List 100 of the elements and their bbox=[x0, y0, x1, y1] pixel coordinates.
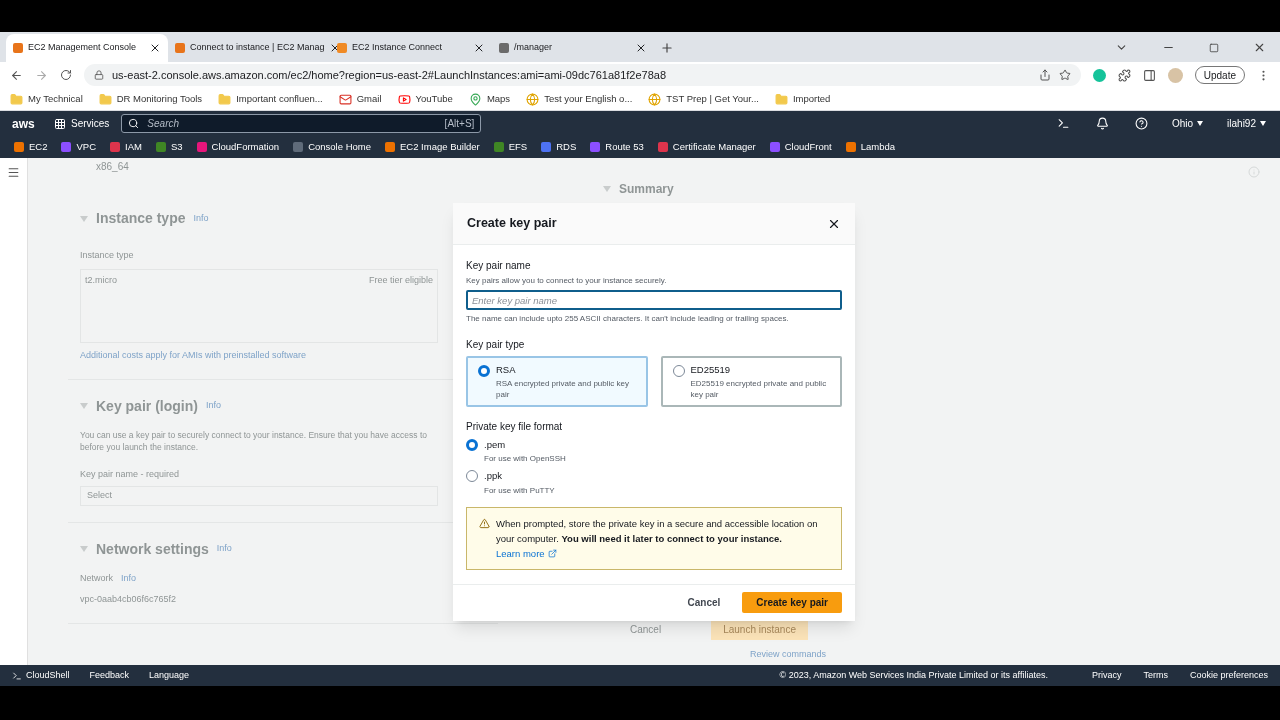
service-shortcut[interactable]: EC2 bbox=[14, 139, 48, 155]
service-shortcut[interactable]: CloudFront bbox=[769, 139, 832, 155]
service-shortcut[interactable]: IAM bbox=[110, 139, 142, 155]
footer-link[interactable]: CloudShell bbox=[12, 668, 70, 683]
url-text: us-east-2.console.aws.amazon.com/ec2/home?region=us-east-2#LaunchInstances:ami=ami-09dc761a81f2e78a8 bbox=[112, 67, 666, 83]
section-title: Instance type bbox=[96, 209, 186, 228]
search-icon bbox=[128, 118, 140, 129]
user-menu[interactable]: ilahi92 bbox=[1227, 116, 1266, 131]
field-label: Network bbox=[80, 571, 113, 585]
lock-icon bbox=[94, 70, 104, 80]
footer-link[interactable]: Terms bbox=[1143, 668, 1168, 683]
close-icon[interactable] bbox=[473, 42, 485, 54]
bookmark[interactable]: Gmail bbox=[338, 91, 382, 107]
key-type-option[interactable]: RSA RSA encrypted private and public key pair bbox=[466, 356, 648, 407]
mail-icon bbox=[338, 92, 352, 106]
caret-icon bbox=[1260, 121, 1266, 126]
option-label: RSA bbox=[496, 363, 517, 377]
footer-link[interactable]: Feedback bbox=[89, 668, 130, 683]
caret-icon bbox=[603, 186, 611, 192]
service-shortcut[interactable]: Certificate Manager bbox=[657, 139, 756, 155]
close-icon[interactable] bbox=[149, 42, 161, 54]
folder-icon bbox=[10, 92, 23, 106]
side-panel-icon[interactable] bbox=[1142, 68, 1156, 82]
bookmark[interactable]: My Technical bbox=[10, 91, 83, 107]
back-icon[interactable] bbox=[10, 68, 23, 82]
bookmark[interactable]: TST Prep | Get Your... bbox=[648, 91, 759, 107]
radio-button[interactable] bbox=[466, 470, 478, 483]
bookmark[interactable]: Maps bbox=[468, 91, 511, 107]
field-label: Key pair type bbox=[466, 338, 526, 352]
menu-icon[interactable] bbox=[7, 166, 20, 179]
aws-logo[interactable]: aws bbox=[12, 114, 42, 133]
create-key-pair-button[interactable]: Create key pair bbox=[742, 592, 842, 613]
field-label: Private key file format bbox=[466, 420, 564, 434]
shortcut-hint: [Alt+S] bbox=[444, 117, 475, 131]
option-description: For use with PuTTY bbox=[484, 484, 555, 497]
learn-more-link[interactable]: Learn more bbox=[496, 545, 557, 561]
service-shortcut[interactable]: RDS bbox=[541, 139, 577, 155]
field-label: Instance type bbox=[80, 250, 134, 260]
browser-tab[interactable]: /manager bbox=[492, 34, 654, 62]
field-description: Key pairs allow you to connect to your instance securely. bbox=[466, 275, 668, 287]
bookmark[interactable]: DR Monitoring Tools bbox=[98, 91, 203, 107]
service-shortcut[interactable]: Console Home bbox=[293, 139, 371, 155]
new-tab-icon[interactable] bbox=[660, 41, 674, 55]
caret-icon bbox=[80, 403, 88, 409]
notifications-icon[interactable] bbox=[1095, 117, 1109, 130]
service-shortcut[interactable]: EC2 Image Builder bbox=[385, 139, 480, 155]
cloudshell-icon[interactable] bbox=[1056, 117, 1070, 130]
free-tier-label: Free tier eligible bbox=[368, 274, 433, 287]
services-menu[interactable]: Services bbox=[54, 116, 110, 131]
close-icon[interactable] bbox=[1253, 41, 1266, 54]
field-label: Key pair name bbox=[466, 259, 532, 273]
footer-link[interactable]: Privacy bbox=[1091, 668, 1122, 683]
video-icon bbox=[397, 92, 411, 106]
service-shortcut[interactable]: VPC bbox=[61, 139, 97, 155]
option-description: For use with OpenSSH bbox=[484, 453, 566, 466]
close-icon[interactable] bbox=[635, 42, 647, 54]
external-link-icon bbox=[547, 548, 557, 558]
instance-type-value: t2.micro bbox=[85, 274, 117, 287]
radio-button[interactable] bbox=[672, 365, 685, 377]
service-shortcut[interactable]: EFS bbox=[493, 139, 528, 155]
option-label: .ppk bbox=[484, 469, 503, 484]
description-text: before you launch the instance. bbox=[80, 441, 199, 454]
radio-button[interactable] bbox=[466, 439, 478, 451]
service-shortcut[interactable]: Route 53 bbox=[590, 139, 644, 155]
modal-title: Create key pair bbox=[467, 215, 557, 233]
address-bar[interactable]: us-east-2.console.aws.amazon.com/ec2/home?region=us-east-2#LaunchInstances:ami=ami-09dc761a81f2e78a8 bbox=[84, 64, 1081, 86]
option-label: .pem bbox=[484, 438, 507, 452]
share-icon[interactable] bbox=[1038, 69, 1051, 81]
browser-tab[interactable]: EC2 Instance Connect bbox=[330, 34, 492, 62]
service-shortcut[interactable]: Lambda bbox=[845, 139, 896, 155]
region-menu[interactable]: Ohio bbox=[1171, 116, 1204, 131]
service-shortcut[interactable]: S3 bbox=[155, 139, 183, 155]
bookmark[interactable]: YouTube bbox=[397, 91, 453, 107]
star-icon[interactable] bbox=[1058, 69, 1071, 81]
pin-icon bbox=[468, 92, 482, 106]
bookmark[interactable]: Important confluen... bbox=[218, 91, 323, 107]
folder-icon bbox=[774, 92, 788, 106]
maximize-icon[interactable] bbox=[1209, 42, 1219, 53]
bookmark[interactable]: Imported bbox=[774, 91, 831, 107]
key-type-option[interactable]: ED25519 ED25519 encrypted private and public key pair bbox=[660, 356, 842, 407]
network-value: vpc-0aab4cb06f6c765f2 bbox=[80, 593, 177, 606]
option-label: ED25519 bbox=[690, 363, 732, 377]
reload-icon[interactable] bbox=[60, 69, 72, 81]
globe-icon bbox=[526, 92, 540, 106]
service-shortcut[interactable]: CloudFormation bbox=[196, 139, 280, 155]
extensions-icon[interactable] bbox=[1117, 68, 1131, 82]
caret-icon bbox=[1197, 121, 1204, 126]
warning-icon bbox=[479, 517, 490, 529]
cancel-button[interactable]: Cancel bbox=[687, 595, 721, 610]
globe-icon bbox=[648, 92, 662, 106]
key-pair-name-field[interactable]: Enter key pair name bbox=[466, 290, 842, 310]
footer-link[interactable]: Language bbox=[149, 668, 190, 683]
bookmark[interactable]: Test your English o... bbox=[526, 91, 633, 107]
radio-button[interactable] bbox=[478, 365, 490, 377]
tab-title: EC2 Management Console bbox=[28, 41, 138, 55]
footer-link[interactable]: Cookie preferences bbox=[1189, 668, 1268, 683]
caret-icon bbox=[80, 546, 88, 552]
search-field[interactable]: Search [Alt+S] bbox=[121, 114, 482, 133]
help-icon[interactable] bbox=[1134, 117, 1148, 130]
browser-tab[interactable]: EC2 Management Console bbox=[6, 34, 168, 62]
